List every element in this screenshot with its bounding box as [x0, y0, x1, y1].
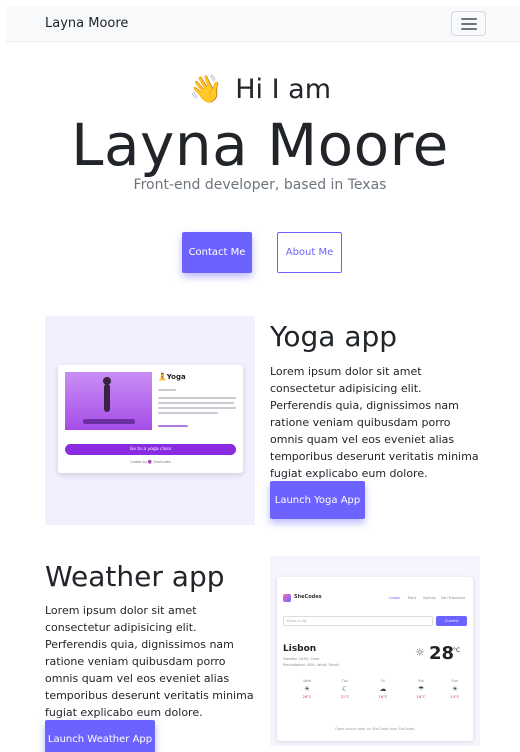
weather-tab: Sydney: [423, 596, 436, 600]
weather-search-input: Enter a city: [283, 616, 433, 626]
launch-weather-app-button[interactable]: Launch Weather App: [45, 720, 155, 752]
hero-subtitle: Front-end developer, based in Texas: [133, 177, 387, 193]
yoga-preview-card: 🧘Yoga Go to a yoga class Coded by 🟣 SheC…: [58, 365, 243, 473]
yoga-preview-title: 🧘Yoga: [158, 373, 186, 381]
waving-hand-icon: 👋: [189, 74, 223, 105]
navbar: Layna Moore: [6, 6, 520, 42]
sun-icon: ☼: [415, 646, 425, 659]
navbar-brand[interactable]: Layna Moore: [45, 16, 128, 31]
forecast-day: Sun ☀ 14°C: [445, 679, 465, 699]
yoga-app-preview: 🧘Yoga Go to a yoga class Coded by 🟣 SheC…: [45, 316, 255, 525]
yoga-app-title: Yoga app: [270, 320, 398, 353]
weather-app-preview: SheCodes Lisbon Paris Sydney San Francis…: [270, 556, 480, 746]
forecast-weather-icon: ☀: [303, 685, 311, 693]
weather-tab: Paris: [408, 596, 417, 600]
yoga-pose-image: [65, 372, 152, 430]
yoga-preview-credit: Coded by 🟣 SheCodes: [130, 460, 171, 464]
contact-me-button[interactable]: Contact Me: [182, 232, 252, 273]
weather-current-button: Current: [436, 616, 467, 626]
forecast-day: Fri ☁ 16°C: [373, 679, 393, 699]
yoga-preview-button: Go to a yoga class: [65, 444, 236, 455]
forecast-weather-icon: ☁: [379, 685, 387, 693]
hamburger-icon: [461, 18, 477, 20]
forecast-day: Thu ☾ 21°C: [335, 679, 355, 699]
weather-app-title: Weather app: [45, 560, 225, 593]
weather-tab: Lisbon: [389, 596, 401, 600]
hero-greeting: 👋 Hi I am: [0, 70, 520, 110]
forecast-weather-icon: ☀: [451, 685, 459, 693]
weather-date-line: Tuesday 16:00, Clear: [283, 657, 320, 661]
forecast-day: Sat ☂ 16°C: [411, 679, 431, 699]
weather-preview-brand: SheCodes: [294, 594, 322, 600]
forecast-day: Wed ☀ 26°C: [297, 679, 317, 699]
weather-preview-card: SheCodes Lisbon Paris Sydney San Francis…: [277, 577, 473, 741]
weather-tab: San Francisco: [441, 596, 466, 600]
shecodes-logo-icon: [283, 594, 291, 602]
weather-unit: °C: [453, 647, 461, 654]
hero-name: Layna Moore: [71, 111, 449, 179]
forecast-weather-icon: ☾: [341, 685, 349, 693]
weather-preview-footer: Open source code, by SheCodes from SheCo…: [335, 727, 415, 731]
weather-detail-line: Precipitation: 48%, Wind: 3km/h: [283, 663, 340, 667]
launch-yoga-app-button[interactable]: Launch Yoga App: [270, 481, 365, 519]
weather-temperature: 28: [429, 643, 455, 664]
weather-city: Lisbon: [283, 644, 317, 654]
weather-app-description: Lorem ipsum dolor sit amet consectetur a…: [45, 604, 254, 719]
forecast-weather-icon: ☂: [417, 685, 425, 693]
yoga-app-description: Lorem ipsum dolor sit amet consectetur a…: [270, 365, 479, 480]
navbar-toggler-button[interactable]: [451, 11, 486, 36]
about-me-button[interactable]: About Me: [277, 232, 342, 273]
greeting-text: Hi I am: [235, 74, 331, 105]
